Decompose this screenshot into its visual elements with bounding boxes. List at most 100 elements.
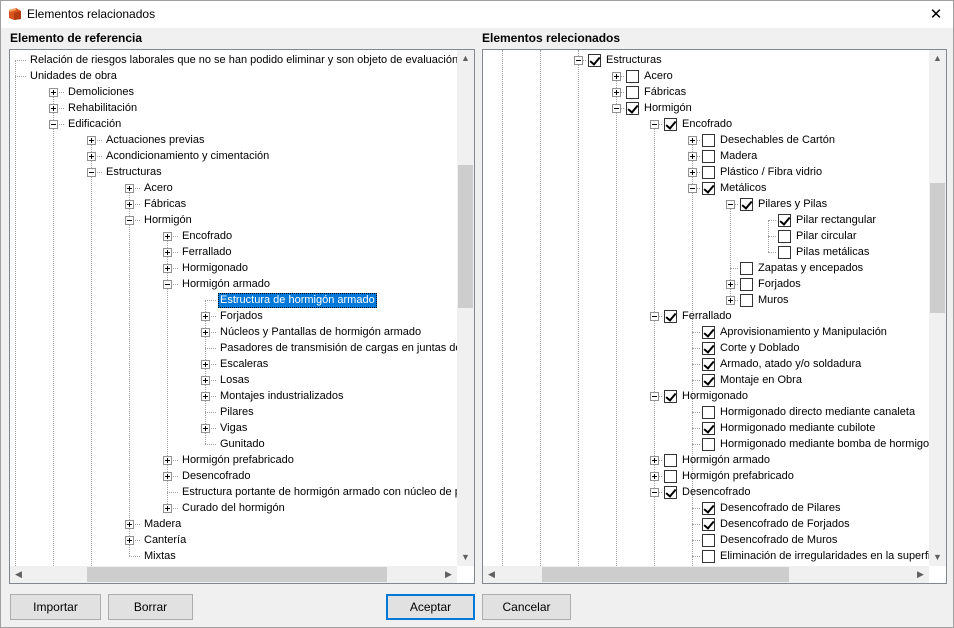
item-checkbox[interactable] xyxy=(778,230,791,243)
left-vertical-scrollbar[interactable]: ▲ ▼ xyxy=(457,50,474,566)
expand-icon[interactable] xyxy=(201,392,210,401)
tree-item[interactable]: Zapatas y encepados xyxy=(756,260,865,276)
item-checkbox[interactable] xyxy=(702,502,715,515)
collapse-icon[interactable] xyxy=(650,488,659,497)
tree-item[interactable]: Metálicos xyxy=(718,180,768,196)
item-checkbox[interactable] xyxy=(588,54,601,67)
tree-item[interactable]: Desencofrado xyxy=(680,484,753,500)
tree-item[interactable]: Pilares xyxy=(218,404,256,420)
expand-icon[interactable] xyxy=(201,328,210,337)
expand-icon[interactable] xyxy=(49,88,58,97)
item-checkbox[interactable] xyxy=(626,102,639,115)
tree-item[interactable]: Acero xyxy=(142,180,175,196)
item-checkbox[interactable] xyxy=(778,246,791,259)
tree-item[interactable]: Edificación xyxy=(66,116,123,132)
tree-item[interactable]: Hormigonado xyxy=(680,388,750,404)
item-checkbox[interactable] xyxy=(702,438,715,451)
tree-item[interactable]: Actuaciones previas xyxy=(104,132,206,148)
collapse-icon[interactable] xyxy=(650,312,659,321)
expand-icon[interactable] xyxy=(163,248,172,257)
item-checkbox[interactable] xyxy=(702,182,715,195)
right-horizontal-scrollbar[interactable]: ◀ ▶ xyxy=(483,566,929,583)
item-checkbox[interactable] xyxy=(702,422,715,435)
item-checkbox[interactable] xyxy=(664,454,677,467)
tree-item[interactable]: Estructuras xyxy=(604,52,664,68)
item-checkbox[interactable] xyxy=(702,358,715,371)
tree-item[interactable]: Núcleos y Pantallas de hormigón armado xyxy=(218,324,423,340)
tree-item[interactable]: Hormigonado directo mediante canaleta xyxy=(718,404,917,420)
collapse-icon[interactable] xyxy=(49,120,58,129)
collapse-icon[interactable] xyxy=(650,392,659,401)
expand-icon[interactable] xyxy=(201,424,210,433)
expand-icon[interactable] xyxy=(163,472,172,481)
tree-item[interactable]: Hormigonado mediante cubilote xyxy=(718,420,877,436)
collapse-icon[interactable] xyxy=(726,200,735,209)
expand-icon[interactable] xyxy=(688,168,697,177)
expand-icon[interactable] xyxy=(125,184,134,193)
tree-item[interactable]: Estructura portante de hormigón armado c… xyxy=(180,484,457,500)
expand-icon[interactable] xyxy=(49,104,58,113)
tree-item[interactable]: Montaje en Obra xyxy=(718,372,804,388)
tree-item[interactable]: Desencofrado de Forjados xyxy=(718,516,852,532)
item-checkbox[interactable] xyxy=(778,214,791,227)
tree-item[interactable]: Encofrado xyxy=(680,116,734,132)
tree-item[interactable]: Acondicionamiento y cimentación xyxy=(104,148,271,164)
scroll-thumb[interactable] xyxy=(87,567,387,582)
scroll-up-arrow-icon[interactable]: ▲ xyxy=(457,50,474,67)
tree-item[interactable]: Desencofrado de Muros xyxy=(718,532,839,548)
item-checkbox[interactable] xyxy=(702,326,715,339)
expand-icon[interactable] xyxy=(201,360,210,369)
tree-item[interactable]: Fábricas xyxy=(642,84,688,100)
collapse-icon[interactable] xyxy=(688,184,697,193)
item-checkbox[interactable] xyxy=(664,310,677,323)
tree-item[interactable]: Fábricas xyxy=(142,196,188,212)
expand-icon[interactable] xyxy=(125,200,134,209)
item-checkbox[interactable] xyxy=(664,486,677,499)
expand-icon[interactable] xyxy=(125,520,134,529)
expand-icon[interactable] xyxy=(201,376,210,385)
expand-icon[interactable] xyxy=(163,264,172,273)
collapse-icon[interactable] xyxy=(87,168,96,177)
tree-item[interactable]: Madera xyxy=(142,516,183,532)
scroll-left-arrow-icon[interactable]: ◀ xyxy=(10,566,27,583)
reference-tree[interactable]: Relación de riesgos laborales que no se … xyxy=(9,49,475,584)
tree-item[interactable]: Montajes industrializados xyxy=(218,388,346,404)
tree-item[interactable]: Desechables de Cartón xyxy=(718,132,837,148)
item-checkbox[interactable] xyxy=(702,518,715,531)
expand-icon[interactable] xyxy=(163,504,172,513)
tree-item[interactable]: Encofrado xyxy=(180,228,234,244)
expand-icon[interactable] xyxy=(163,456,172,465)
scroll-thumb[interactable] xyxy=(458,165,473,308)
tree-item[interactable]: Demoliciones xyxy=(66,84,136,100)
item-checkbox[interactable] xyxy=(702,166,715,179)
tree-item[interactable]: Forjados xyxy=(218,308,265,324)
close-button[interactable]: ✕ xyxy=(919,1,953,28)
tree-item[interactable]: Corte y Doblado xyxy=(718,340,802,356)
tree-item[interactable]: Hormigón prefabricado xyxy=(680,468,796,484)
item-checkbox[interactable] xyxy=(702,550,715,563)
tree-item[interactable]: Pilar rectangular xyxy=(794,212,878,228)
item-checkbox[interactable] xyxy=(664,390,677,403)
tree-item[interactable]: Gunitado xyxy=(218,436,267,452)
expand-icon[interactable] xyxy=(201,312,210,321)
item-checkbox[interactable] xyxy=(740,262,753,275)
tree-item[interactable]: Forjados xyxy=(756,276,803,292)
item-checkbox[interactable] xyxy=(626,70,639,83)
scroll-right-arrow-icon[interactable]: ▶ xyxy=(912,566,929,583)
tree-item[interactable]: Unidades de obra xyxy=(28,68,119,84)
collapse-icon[interactable] xyxy=(574,56,583,65)
expand-icon[interactable] xyxy=(726,296,735,305)
expand-icon[interactable] xyxy=(163,232,172,241)
scroll-left-arrow-icon[interactable]: ◀ xyxy=(483,566,500,583)
tree-item[interactable]: Vigas xyxy=(218,420,249,436)
item-checkbox[interactable] xyxy=(702,150,715,163)
tree-item[interactable]: Hormigón armado xyxy=(180,276,272,292)
tree-item[interactable]: Madera xyxy=(718,148,759,164)
borrar-button[interactable]: Borrar xyxy=(108,594,193,620)
item-checkbox[interactable] xyxy=(740,294,753,307)
item-checkbox[interactable] xyxy=(702,342,715,355)
tree-item[interactable]: Losas xyxy=(218,372,251,388)
tree-item[interactable]: Aprovisionamiento y Manipulación xyxy=(718,324,889,340)
tree-item[interactable]: Rehabilitación xyxy=(66,100,139,116)
expand-icon[interactable] xyxy=(688,152,697,161)
